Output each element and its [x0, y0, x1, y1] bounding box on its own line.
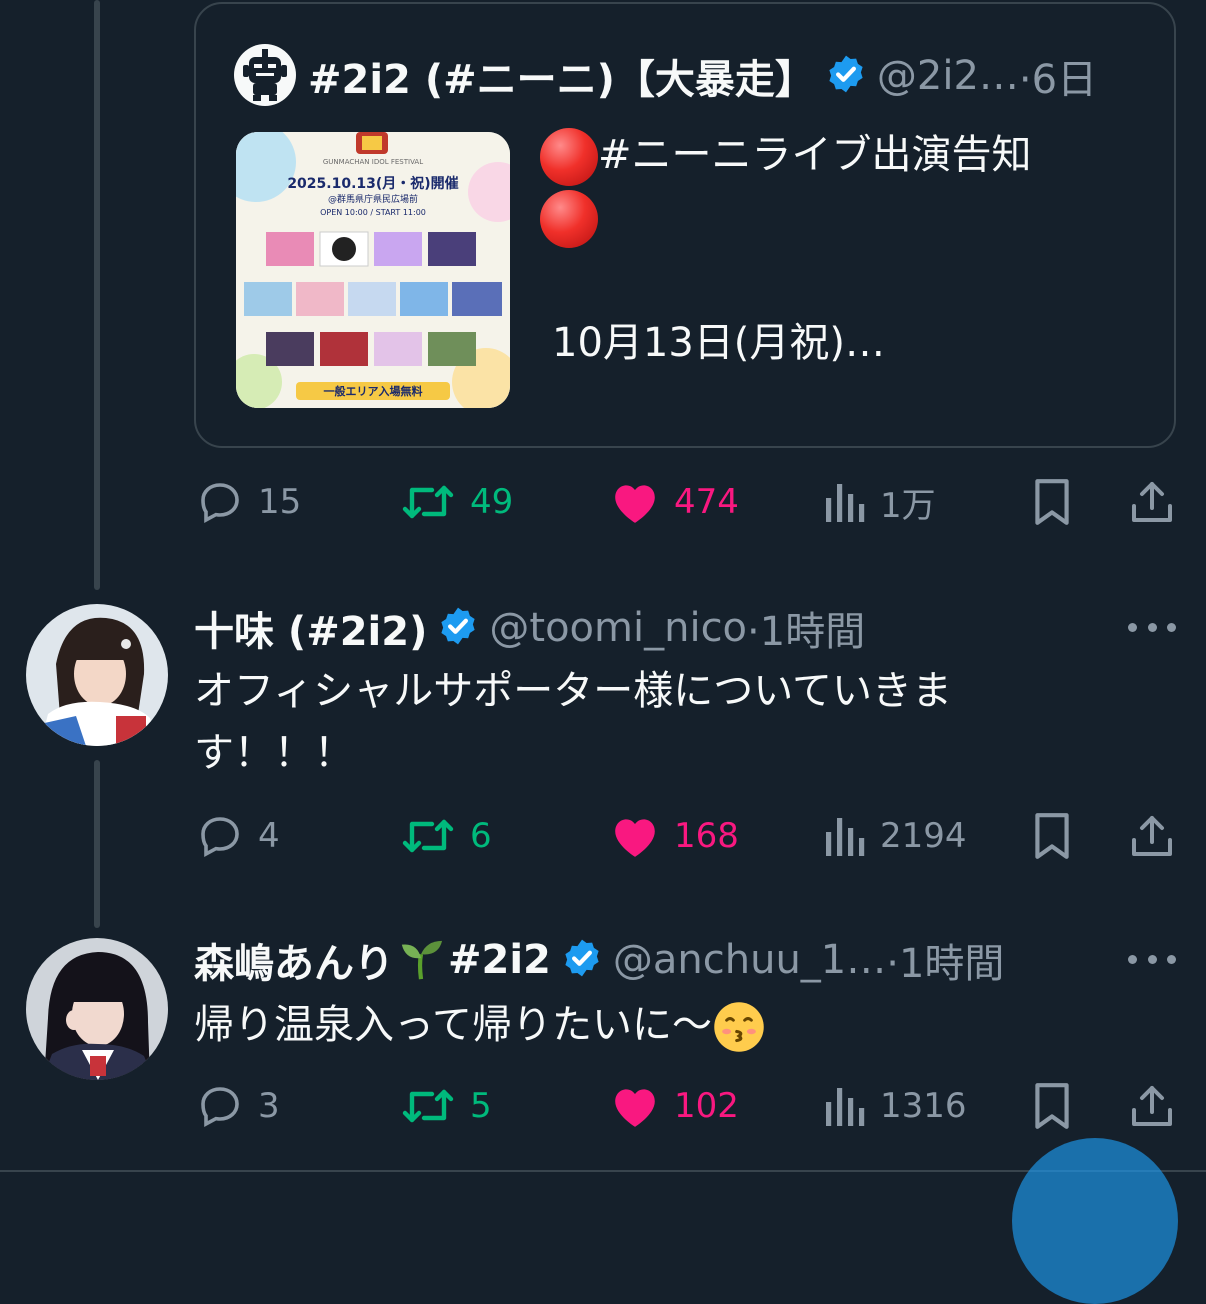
repost-icon — [402, 1089, 454, 1123]
svg-text:GUNMACHAN IDOL FESTIVAL: GUNMACHAN IDOL FESTIVAL — [323, 158, 423, 166]
views-count: 2194 — [880, 816, 967, 856]
tweet-text: オフィシャルサポーター様についていきま す！！！ — [194, 660, 1074, 784]
repost-icon — [402, 485, 454, 519]
verified-badge-icon — [825, 53, 867, 99]
share-icon — [1132, 1086, 1172, 1126]
quote-text-line1: #ニーニライブ出演告知 — [598, 132, 1032, 178]
tweet-text-line2: す！！！ — [194, 730, 354, 776]
red-circle-emoji — [540, 128, 598, 186]
tweet-action-bar: 3 5 102 1316 — [194, 1076, 1184, 1136]
more-icon[interactable] — [1128, 612, 1176, 642]
bookmark-button[interactable] — [1030, 472, 1074, 532]
divider — [0, 1170, 1206, 1172]
author-name-tag[interactable]: #2i2 — [448, 937, 551, 983]
author-name[interactable]: 十味 (#2i2) — [194, 599, 427, 657]
views-icon — [826, 818, 865, 856]
robot-logo-icon — [243, 49, 287, 101]
repost-count: 49 — [470, 482, 514, 522]
reply-count: 4 — [258, 816, 280, 856]
like-count: 102 — [674, 1086, 739, 1126]
views-button[interactable]: 1316 — [822, 1076, 967, 1136]
author-name[interactable]: 森嶋あんり — [194, 931, 394, 989]
like-button[interactable]: 168 — [610, 806, 739, 866]
reply-icon — [201, 817, 239, 858]
avatar[interactable] — [26, 604, 168, 746]
share-button[interactable] — [1128, 806, 1176, 866]
svg-text:OPEN 10:00 / START 11:00: OPEN 10:00 / START 11:00 — [320, 208, 426, 217]
repost-button[interactable]: 6 — [400, 806, 492, 866]
verified-badge-icon — [437, 605, 479, 651]
bookmark-icon — [1035, 1083, 1069, 1129]
reply-icon — [201, 483, 239, 524]
bookmark-button[interactable] — [1030, 806, 1074, 866]
quote-header: #2i2 (#ニーニ)【大暴走】 @2i2… ·6日 — [308, 46, 1097, 106]
views-button[interactable]: 1万 — [822, 472, 936, 532]
compose-button[interactable] — [1012, 1138, 1178, 1304]
thread-line-middle — [94, 760, 100, 928]
avatar[interactable] — [26, 938, 168, 1080]
svg-text:2025.10.13(月・祝)開催: 2025.10.13(月・祝)開催 — [287, 175, 458, 192]
svg-text:@群馬県庁県民広場前: @群馬県庁県民広場前 — [328, 193, 418, 205]
quote-timestamp[interactable]: ·6日 — [1019, 47, 1097, 105]
tweet-text-line1: オフィシャルサポーター様についていきま — [194, 668, 952, 714]
tweet-timestamp[interactable]: ·1時間 — [747, 599, 865, 657]
red-circle-emoji — [540, 190, 598, 248]
author-handle[interactable]: @anchuu_1… — [613, 937, 886, 983]
tweet-text: 帰り温泉入って帰りたいに〜 — [194, 994, 1074, 1056]
svg-text:一般エリア入場無料: 一般エリア入場無料 — [324, 384, 423, 398]
share-button[interactable] — [1128, 472, 1176, 532]
like-icon — [615, 819, 655, 857]
author-handle[interactable]: @toomi_nico — [489, 605, 747, 651]
thread-line-top — [94, 0, 100, 590]
bookmark-icon — [1035, 813, 1069, 859]
like-count: 168 — [674, 816, 739, 856]
views-icon — [826, 1088, 865, 1126]
repost-button[interactable]: 5 — [400, 1076, 492, 1136]
like-button[interactable]: 474 — [610, 472, 739, 532]
tweet-text-body: 帰り温泉入って帰りたいに〜 — [194, 1002, 712, 1048]
like-icon — [615, 1089, 655, 1127]
kissing-emoji — [714, 1002, 764, 1052]
bookmark-icon — [1035, 479, 1069, 525]
quote-text: #ニーニライブ出演告知 — [540, 124, 1032, 248]
reply-count: 3 — [258, 1086, 280, 1126]
tweet-header: 森嶋あんり #2i2 @anchuu_1… ·1時間 — [194, 930, 1004, 990]
like-icon — [615, 485, 655, 523]
reply-button[interactable]: 3 — [196, 1076, 280, 1136]
reply-button[interactable]: 4 — [196, 806, 280, 866]
share-icon — [1132, 816, 1172, 856]
tweet-header: 十味 (#2i2) @toomi_nico ·1時間 — [194, 598, 865, 658]
share-icon — [1132, 482, 1172, 522]
reply-count: 15 — [258, 482, 302, 522]
quote-poster-image[interactable]: GUNMACHAN IDOL FESTIVAL 2025.10.13(月・祝)開… — [236, 132, 510, 408]
verified-badge-icon — [561, 937, 603, 983]
repost-button[interactable]: 49 — [400, 472, 513, 532]
quote-author-name[interactable]: #2i2 (#ニーニ)【大暴走】 — [308, 47, 815, 105]
sprout-emoji — [401, 940, 443, 980]
views-count: 1万 — [880, 485, 936, 526]
views-icon — [826, 484, 865, 522]
like-count: 474 — [674, 482, 739, 522]
tweet-action-bar: 4 6 168 2194 — [194, 806, 1184, 866]
more-icon[interactable] — [1128, 944, 1176, 974]
reply-button[interactable]: 15 — [196, 472, 301, 532]
repost-count: 6 — [470, 816, 492, 856]
reply-icon — [201, 1087, 239, 1128]
repost-icon — [402, 819, 454, 853]
tweet-timestamp[interactable]: ·1時間 — [886, 931, 1004, 989]
bookmark-button[interactable] — [1030, 1076, 1074, 1136]
quote-author-handle[interactable]: @2i2… — [877, 53, 1019, 99]
views-button[interactable]: 2194 — [822, 806, 967, 866]
repost-count: 5 — [470, 1086, 492, 1126]
like-button[interactable]: 102 — [610, 1076, 739, 1136]
quote-action-bar: 15 49 474 1万 — [194, 472, 1184, 532]
share-button[interactable] — [1128, 1076, 1176, 1136]
quote-text-line2: 10月13日(月祝)… — [552, 320, 886, 366]
views-count: 1316 — [880, 1086, 967, 1126]
quote-avatar[interactable] — [234, 44, 296, 106]
